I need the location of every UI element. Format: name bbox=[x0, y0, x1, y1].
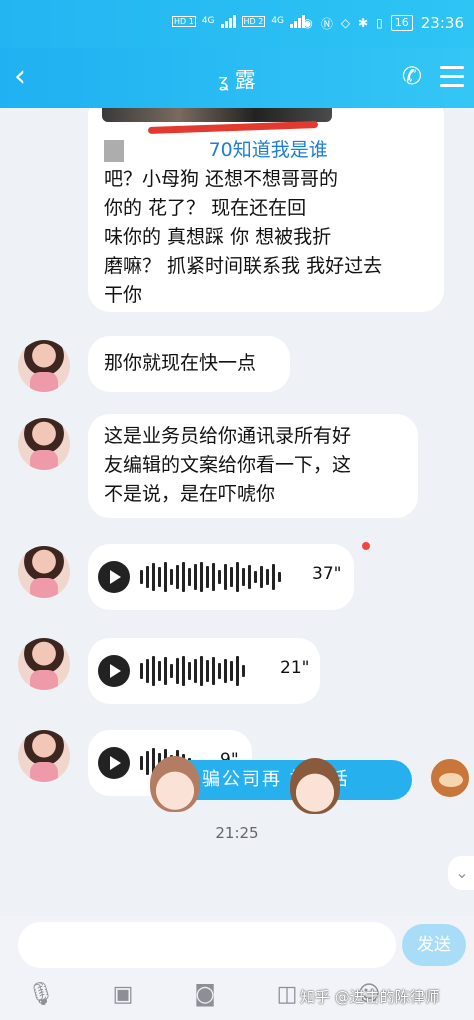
message-timestamp: 21:25 bbox=[215, 824, 259, 842]
chat-header: ‹ ʓ露 ✆ bbox=[0, 48, 474, 108]
camera-icon[interactable]: ◙ bbox=[190, 980, 220, 1010]
voice-duration: 37" bbox=[312, 564, 342, 584]
contact-name: 露 bbox=[234, 68, 256, 92]
signal1-icon bbox=[220, 14, 236, 28]
voice-duration: 21" bbox=[280, 658, 310, 678]
message-line: 吧？小母狗 还想不想哥哥的 bbox=[104, 168, 339, 190]
message-line: 这是业务员给你通讯录所有好 bbox=[104, 425, 352, 447]
status-bar: HD 1 4G HD 2 4G ◉ Ⓝ ◇ ✱ ▯ 16 23:36 bbox=[0, 0, 474, 48]
clock: 23:36 bbox=[420, 14, 464, 32]
vibrate-icon: ▯ bbox=[376, 16, 383, 30]
message-bubble[interactable]: 这是业务员给你通讯录所有好 友编辑的文案给你看一下，这 不是说，是在吓唬你 bbox=[88, 414, 418, 518]
avatar[interactable] bbox=[18, 730, 70, 782]
menu-icon[interactable] bbox=[440, 66, 464, 93]
play-icon[interactable] bbox=[98, 561, 130, 593]
message-line: 不是说，是在吓唬你 bbox=[104, 483, 276, 505]
sim2-tag: HD 2 bbox=[241, 15, 266, 27]
message-input[interactable] bbox=[18, 922, 396, 968]
unread-dot bbox=[362, 542, 370, 550]
play-icon[interactable] bbox=[98, 655, 130, 687]
waveform-icon bbox=[140, 562, 281, 592]
phone-icon[interactable]: ✆ bbox=[402, 62, 422, 90]
message-line: 干你 bbox=[104, 284, 143, 306]
anime-face-icon bbox=[290, 758, 340, 814]
red-packet-icon[interactable]: ◫ bbox=[272, 980, 302, 1010]
shared-photo bbox=[102, 108, 332, 122]
anime-face-icon bbox=[150, 756, 200, 812]
chevron-down-icon[interactable]: ⌄ bbox=[448, 856, 474, 890]
sim1-tag: HD 1 bbox=[172, 15, 196, 27]
nfc-icon: Ⓝ bbox=[320, 16, 333, 31]
avatar[interactable] bbox=[18, 340, 70, 392]
bluetooth-icon: ✱ bbox=[358, 16, 369, 30]
message-bubble-first[interactable]: 70知道我是谁 吧？小母狗 还想不想哥哥的 你的 花了？ 现在还在回 味你的 真… bbox=[88, 108, 444, 312]
eye-icon: ◉ bbox=[302, 16, 313, 30]
network1-label: 4G bbox=[201, 16, 215, 26]
avatar[interactable] bbox=[18, 418, 70, 470]
message-text: 那你就现在快一点 bbox=[104, 352, 257, 374]
avatar[interactable] bbox=[18, 638, 70, 690]
message-line: 味你的 真想踩 你 想被我折 bbox=[104, 226, 332, 248]
redaction-mark bbox=[147, 121, 319, 134]
bear-avatar[interactable] bbox=[428, 756, 472, 800]
message-line: 70知道我是谁 bbox=[104, 136, 428, 165]
voice-message[interactable]: 37" bbox=[88, 544, 354, 610]
status-right: ◉ Ⓝ ◇ ✱ ▯ 16 23:36 bbox=[302, 14, 464, 32]
avatar[interactable] bbox=[18, 546, 70, 598]
message-link-text: 70知道我是谁 bbox=[208, 139, 328, 161]
send-button[interactable]: 发送 bbox=[402, 924, 466, 966]
network2-label: 4G bbox=[271, 16, 285, 26]
ear-icon: ʓ bbox=[218, 71, 229, 92]
microphone-icon[interactable]: 🎙 bbox=[26, 980, 56, 1010]
signal-group: HD 1 4G HD 2 4G bbox=[172, 14, 306, 28]
message-line: 友编辑的文案给你看一下，这 bbox=[104, 454, 352, 476]
mute-icon: ◇ bbox=[340, 16, 351, 30]
message-line: 磨嘛？ 抓紧时间联系我 我好过去 bbox=[104, 255, 383, 277]
battery-indicator: 16 bbox=[390, 15, 413, 31]
voice-message[interactable]: 21" bbox=[88, 638, 320, 704]
play-icon[interactable] bbox=[98, 747, 130, 779]
waveform-icon bbox=[140, 656, 245, 686]
watermark: 知乎 @进击的陈律师 bbox=[300, 988, 440, 1006]
message-bubble[interactable]: 那你就现在快一点 bbox=[88, 336, 290, 392]
sticker-message[interactable]: 骗公司再 打电话 bbox=[164, 760, 412, 800]
message-line: 你的 花了？ 现在还在回 bbox=[104, 197, 307, 219]
image-icon[interactable]: ▣ bbox=[108, 980, 138, 1010]
input-bar: 发送 🎙 ▣ ◙ ◫ ☺ 知乎 @进击的陈律师 bbox=[0, 916, 474, 1020]
